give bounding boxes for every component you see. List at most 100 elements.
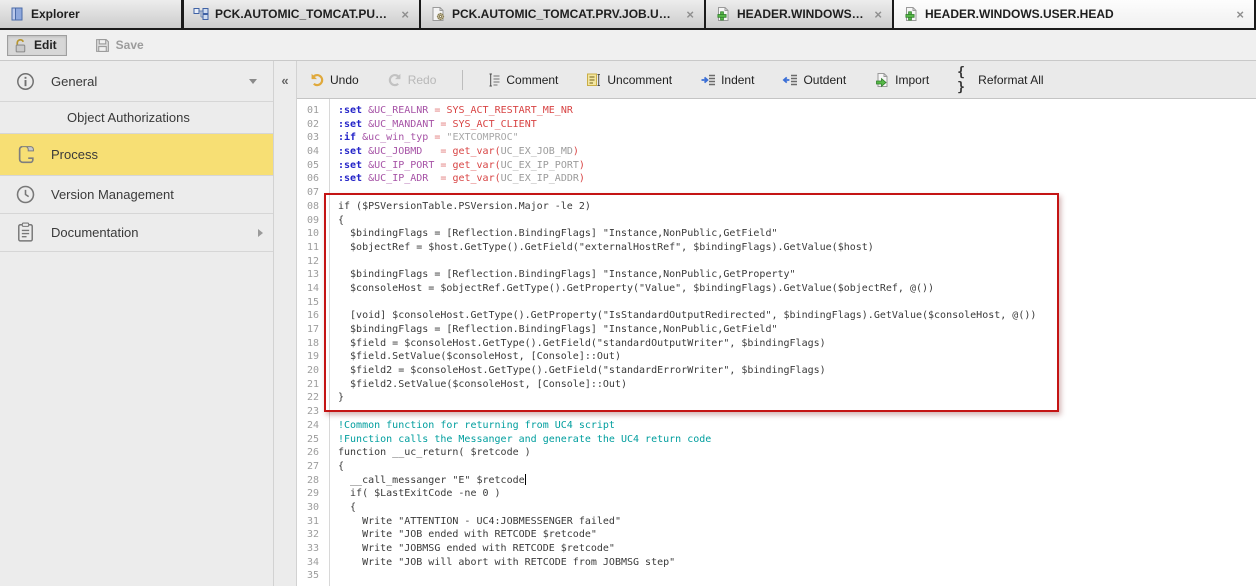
toolbar-button-label: Redo <box>408 73 437 87</box>
sidebar-item[interactable]: Process <box>0 134 273 176</box>
include-icon <box>902 6 919 23</box>
undo-icon <box>309 72 325 88</box>
ribbon-button-label: Edit <box>34 38 57 52</box>
code-editor[interactable]: 01 02 03 04 05 06 07 08 09 10 <box>297 99 1256 586</box>
code-line[interactable]: { <box>338 460 1256 474</box>
code-line[interactable]: $bindingFlags = [Reflection.BindingFlags… <box>338 323 1256 337</box>
code-line[interactable]: $consoleHost = $objectRef.GetType().GetP… <box>338 282 1256 296</box>
code-line[interactable]: :set &UC_REALNR = SYS_ACT_RESTART_ME_NR <box>338 104 1256 118</box>
line-number: 10 <box>297 227 319 241</box>
toolbar-button-label: Import <box>895 73 929 87</box>
tab[interactable]: Explorer × <box>0 0 184 28</box>
toolbar-button-label: Outdent <box>803 73 846 87</box>
code-line[interactable]: __call_messanger "E" $retcode <box>338 474 1256 488</box>
info-icon <box>12 69 38 93</box>
collapse-sidebar-button[interactable]: « <box>281 73 288 88</box>
code-line[interactable]: if( $LastExitCode -ne 0 ) <box>338 487 1256 501</box>
job-icon <box>429 6 446 23</box>
process-icon <box>12 143 38 167</box>
code-line[interactable]: !Common function for returning from UC4 … <box>338 419 1256 433</box>
code-line[interactable] <box>338 569 1256 583</box>
tab-close-icon[interactable]: × <box>399 8 411 21</box>
code-line[interactable]: :if &uc_win_typ = "EXTCOMPROC" <box>338 131 1256 145</box>
sidebar-collapse-strip: « <box>274 61 297 586</box>
toolbar-button[interactable]: Indent <box>700 72 754 88</box>
code-line[interactable] <box>338 186 1256 200</box>
line-number: 16 <box>297 309 319 323</box>
code-line[interactable]: [void] $consoleHost.GetType().GetPropert… <box>338 309 1256 323</box>
toolbar-button[interactable]: Import <box>874 72 929 88</box>
code-line[interactable]: !Function calls the Messanger and genera… <box>338 433 1256 447</box>
line-number: 09 <box>297 214 319 228</box>
code-line[interactable]: { <box>338 214 1256 228</box>
code-line[interactable]: :set &UC_JOBMD = get_var(UC_EX_JOB_MD) <box>338 145 1256 159</box>
toolbar-button-label: Comment <box>506 73 558 87</box>
toolbar-button[interactable]: Undo <box>309 72 359 88</box>
toolbar-button[interactable]: Uncomment <box>586 72 672 88</box>
code-line[interactable] <box>338 296 1256 310</box>
line-number: 11 <box>297 241 319 255</box>
tab-close-icon[interactable]: × <box>872 8 884 21</box>
ribbon-button[interactable]: Edit <box>7 35 67 56</box>
action-icon <box>192 6 209 23</box>
tab-bar: Explorer × PCK.AUTOMIC_TOMCAT.PUB.ACTION… <box>0 0 1256 30</box>
code-line[interactable] <box>338 255 1256 269</box>
code-line[interactable]: } <box>338 391 1256 405</box>
tab[interactable]: HEADER.WINDOWS.USER.HEAD × <box>894 0 1256 28</box>
code-line[interactable]: :set &UC_IP_PORT = get_var(UC_EX_IP_PORT… <box>338 159 1256 173</box>
code-line[interactable]: Write "JOB ended with RETCODE $retcode" <box>338 528 1256 542</box>
code-line[interactable]: Write "JOB will abort with RETCODE from … <box>338 556 1256 570</box>
edit-save-ribbon: Edit Save <box>0 30 1256 61</box>
toolbar-button[interactable]: Outdent <box>782 72 846 88</box>
code-line[interactable] <box>338 405 1256 419</box>
line-number: 15 <box>297 296 319 310</box>
sidebar-item[interactable]: Version Management <box>0 176 273 214</box>
sidebar: General Object Authorizations Process <box>0 61 274 586</box>
ribbon-button[interactable]: Save <box>89 35 154 56</box>
code-line[interactable]: Write "JOBMSG ended with RETCODE $retcod… <box>338 542 1256 556</box>
code-line[interactable]: Write "ATTENTION - UC4:JOBMESSENGER fail… <box>338 515 1256 529</box>
tab[interactable]: HEADER.WINDOWS.USER.PRE × <box>706 0 894 28</box>
code-line[interactable]: $objectRef = $host.GetType().GetField("e… <box>338 241 1256 255</box>
tab[interactable]: PCK.AUTOMIC_TOMCAT.PRV.JOB.UNDE... × <box>421 0 706 28</box>
tab-label: HEADER.WINDOWS.USER.HEAD <box>925 7 1114 21</box>
tab-close-icon[interactable]: × <box>684 8 696 21</box>
code-line[interactable]: $field = $consoleHost.GetType().GetField… <box>338 337 1256 351</box>
line-number: 17 <box>297 323 319 337</box>
code-line[interactable]: function __uc_return( $retcode ) <box>338 446 1256 460</box>
sidebar-item-label: Documentation <box>51 225 138 240</box>
code-line[interactable]: $bindingFlags = [Reflection.BindingFlags… <box>338 268 1256 282</box>
tab[interactable]: PCK.AUTOMIC_TOMCAT.PUB.ACTION.U... × <box>184 0 421 28</box>
code-line[interactable]: :set &UC_IP_ADR = get_var(UC_EX_IP_ADDR) <box>338 172 1256 186</box>
line-number: 25 <box>297 433 319 447</box>
include-icon <box>714 6 731 23</box>
outdent-icon <box>782 72 798 88</box>
code-line[interactable]: :set &UC_MANDANT = SYS_ACT_CLIENT <box>338 118 1256 132</box>
comment-icon <box>485 72 501 88</box>
code-line[interactable]: $field2.SetValue($consoleHost, [Console]… <box>338 378 1256 392</box>
sidebar-item[interactable]: Object Authorizations <box>0 102 273 134</box>
main-area: General Object Authorizations Process <box>0 61 1256 586</box>
toolbar-button[interactable]: Redo <box>387 72 437 88</box>
line-number: 35 <box>297 569 319 583</box>
code-area[interactable]: :set &UC_REALNR = SYS_ACT_RESTART_ME_NR … <box>330 99 1256 586</box>
sidebar-item[interactable]: General <box>0 61 273 102</box>
toolbar-button[interactable]: { } Reformat All <box>957 72 1043 88</box>
line-number: 22 <box>297 391 319 405</box>
code-line[interactable]: if ($PSVersionTable.PSVersion.Major -le … <box>338 200 1256 214</box>
tab-close-icon[interactable]: × <box>1234 8 1246 21</box>
explorer-icon <box>8 6 25 23</box>
line-number: 26 <box>297 446 319 460</box>
line-number: 21 <box>297 378 319 392</box>
code-line[interactable]: $field2 = $consoleHost.GetType().GetFiel… <box>338 364 1256 378</box>
sidebar-item[interactable]: Documentation <box>0 214 273 252</box>
toolbar-button[interactable]: Comment <box>485 72 558 88</box>
line-number: 12 <box>297 255 319 269</box>
code-line[interactable]: $field.SetValue($consoleHost, [Console]:… <box>338 350 1256 364</box>
chevron-right-icon[interactable] <box>258 229 263 237</box>
line-number: 06 <box>297 172 319 186</box>
code-line[interactable]: { <box>338 501 1256 515</box>
line-number: 20 <box>297 364 319 378</box>
code-line[interactable]: $bindingFlags = [Reflection.BindingFlags… <box>338 227 1256 241</box>
chevron-down-icon[interactable] <box>249 79 257 84</box>
